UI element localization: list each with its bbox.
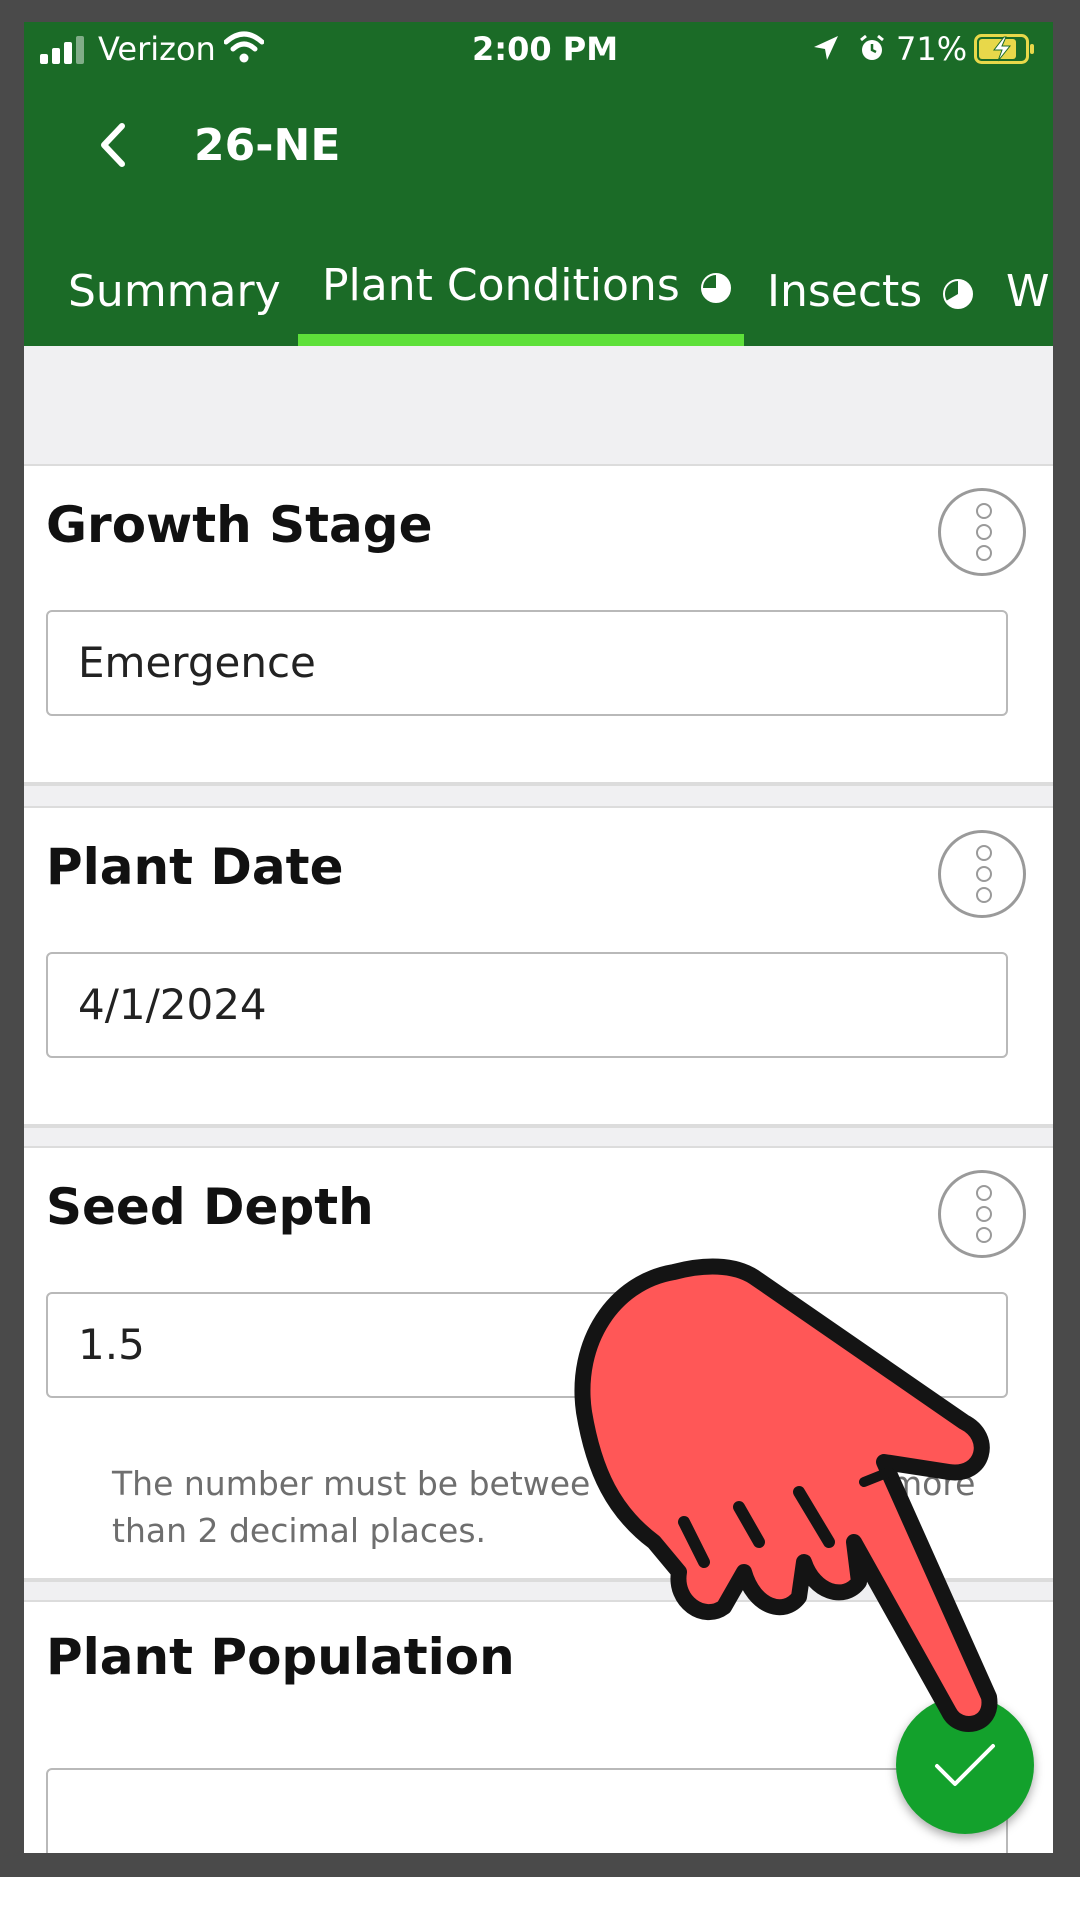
tab-insects[interactable]: Insects: [767, 266, 974, 317]
signal-icon: [40, 36, 86, 64]
back-button[interactable]: [86, 118, 140, 172]
more-dot: [976, 1227, 992, 1243]
app-header: Verizon 2:00 PM 71% 26-NE Summary Plant …: [24, 22, 1053, 346]
pie-progress-icon: [943, 279, 974, 309]
tab-bar: Summary Plant Conditions Insects W: [24, 232, 1053, 346]
more-dot: [976, 1206, 992, 1222]
help-line-1: The number must be betwee: [112, 1464, 591, 1503]
more-vertical-icon: [976, 845, 992, 861]
app-screen: Verizon 2:00 PM 71% 26-NE Summary Plant …: [24, 22, 1053, 1853]
pie-progress-icon: [700, 273, 731, 303]
plant-date-field[interactable]: 4/1/2024: [46, 952, 1008, 1058]
tab-label: W: [1006, 266, 1050, 317]
battery-icon: [974, 34, 1034, 64]
more-dot: [976, 545, 992, 561]
tab-next-partial[interactable]: W: [1006, 266, 1050, 317]
back-chevron-icon: [101, 123, 125, 167]
tab-label: Insects: [767, 266, 923, 317]
tab-plant-conditions[interactable]: Plant Conditions: [322, 260, 732, 311]
help-line-2: than 2 decimal places.: [112, 1511, 487, 1550]
pointing-hand-icon: [574, 1258, 998, 1732]
growth-stage-field[interactable]: Emergence: [46, 610, 1008, 716]
more-dot: [976, 887, 992, 903]
battery-percent: 71%: [896, 30, 968, 68]
plant-date-card: Plant Date 4/1/2024: [24, 806, 1053, 1128]
plant-date-more-button[interactable]: [938, 830, 1026, 918]
tab-label: Plant Conditions: [322, 260, 680, 311]
carrier-label: Verizon: [98, 30, 216, 68]
status-bar: Verizon 2:00 PM 71%: [24, 22, 1053, 78]
location-arrow-icon: [814, 36, 838, 60]
device-frame: Verizon 2:00 PM 71% 26-NE Summary Plant …: [0, 0, 1080, 1877]
more-vertical-icon: [976, 503, 992, 519]
page-title: 26-NE: [194, 120, 341, 171]
growth-stage-more-button[interactable]: [938, 488, 1026, 576]
more-dot: [976, 866, 992, 882]
tab-active-indicator: [298, 334, 744, 346]
more-dot: [976, 524, 992, 540]
tab-summary[interactable]: Summary: [68, 266, 281, 317]
more-vertical-icon: [976, 1185, 992, 1201]
plant-population-field[interactable]: [46, 1768, 1008, 1853]
tab-label: Summary: [68, 266, 281, 317]
alarm-icon: [860, 34, 884, 60]
growth-stage-card: Growth Stage Emergence: [24, 464, 1053, 786]
wifi-icon: [224, 31, 264, 63]
plant-date-label: Plant Date: [46, 838, 344, 896]
clock: 2:00 PM: [472, 30, 619, 68]
growth-stage-label: Growth Stage: [46, 496, 433, 554]
seed-depth-label: Seed Depth: [46, 1178, 374, 1236]
plant-population-label: Plant Population: [46, 1628, 515, 1686]
